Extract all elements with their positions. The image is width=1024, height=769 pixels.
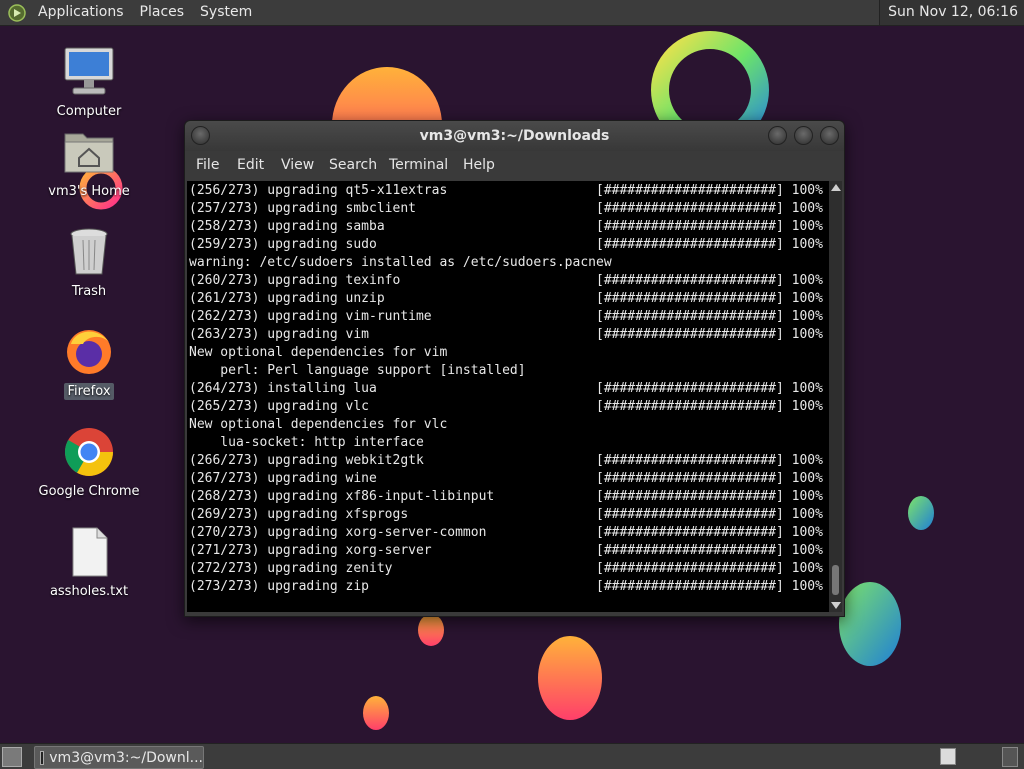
terminal-line: New optional dependencies for vlc — [189, 417, 448, 432]
terminal-line: (260/273) upgrading texinfo [###########… — [189, 273, 823, 288]
close-button[interactable] — [820, 126, 839, 145]
terminal-line: (259/273) upgrading sudo [##############… — [189, 237, 823, 252]
terminal-line: lua-socket: http interface — [189, 435, 424, 450]
desktop-icon-label: assholes.txt — [49, 584, 129, 599]
desktop-icon-firefox[interactable]: Firefox — [34, 324, 144, 400]
terminal-line: New optional dependencies for vim — [189, 345, 448, 360]
scroll-down-arrow-icon[interactable] — [831, 602, 841, 609]
desktop-icon-label: Google Chrome — [38, 484, 140, 499]
desktop-icon-trash[interactable]: Trash — [34, 224, 144, 300]
trash-icon — [70, 228, 108, 275]
terminal-line: (266/273) upgrading webkit2gtk [########… — [189, 453, 823, 468]
top-panel: Applications Places System Sun Nov 12, 0… — [0, 0, 1024, 26]
terminal-window[interactable]: vm3@vm3:~/Downloads File Edit View Searc… — [184, 120, 845, 617]
show-desktop-icon[interactable] — [2, 747, 22, 767]
taskbar-terminal-button[interactable]: vm3@vm3:~/Downl... — [34, 746, 204, 769]
scroll-up-arrow-icon[interactable] — [831, 184, 841, 191]
terminal-line: (271/273) upgrading xorg-server [#######… — [189, 543, 823, 558]
terminal-line: (263/273) upgrading vim [###############… — [189, 327, 823, 342]
maximize-button[interactable] — [794, 126, 813, 145]
bottom-panel: vm3@vm3:~/Downl... — [0, 743, 1024, 769]
terminal-line: (267/273) upgrading wine [##############… — [189, 471, 823, 486]
menu-view[interactable]: View — [281, 157, 314, 173]
terminal-line: (257/273) upgrading smbclient [#########… — [189, 201, 823, 216]
desktop-icon-label: Trash — [71, 284, 107, 299]
scrollbar-thumb[interactable] — [832, 565, 839, 595]
workspace-switcher[interactable] — [940, 748, 956, 765]
system-menu[interactable]: System — [192, 0, 260, 25]
menu-file[interactable]: File — [196, 157, 219, 173]
clock[interactable]: Sun Nov 12, 06:16 — [879, 0, 1024, 25]
minimize-button[interactable] — [768, 126, 787, 145]
home-folder-icon — [64, 133, 114, 173]
menu-help[interactable]: Help — [463, 157, 495, 173]
trash-applet-icon[interactable] — [1002, 747, 1018, 767]
window-titlebar[interactable]: vm3@vm3:~/Downloads — [185, 121, 844, 151]
desktop-icon-label: vm3's Home — [48, 184, 130, 199]
firefox-icon — [67, 330, 111, 374]
desktop-icon-chrome[interactable]: Google Chrome — [34, 424, 144, 500]
terminal-line: (265/273) upgrading vlc [###############… — [189, 399, 823, 414]
menu-terminal[interactable]: Terminal — [389, 157, 448, 173]
terminal-line: (270/273) upgrading xorg-server-common [… — [189, 525, 823, 540]
terminal-icon — [40, 750, 45, 765]
terminal-line: (258/273) upgrading samba [#############… — [189, 219, 823, 234]
terminal-line: warning: /etc/sudoers installed as /etc/… — [189, 255, 612, 270]
terminal-line: (268/273) upgrading xf86-input-libinput … — [189, 489, 823, 504]
text-file-icon — [72, 527, 108, 577]
desktop-icon-label: Firefox — [64, 383, 114, 400]
terminal-line: (256/273) upgrading qt5-x11extras [#####… — [189, 183, 823, 198]
terminal-output[interactable]: (256/273) upgrading qt5-x11extras [#####… — [187, 181, 829, 612]
window-menu-button[interactable] — [191, 126, 210, 145]
terminal-lines: (256/273) upgrading qt5-x11extras [#####… — [189, 182, 823, 596]
window-title: vm3@vm3:~/Downloads — [419, 128, 610, 144]
terminal-line: perl: Perl language support [installed] — [189, 363, 526, 378]
desktop-icon-textfile[interactable]: assholes.txt — [34, 524, 144, 600]
menu-search[interactable]: Search — [329, 157, 377, 173]
terminal-line: (273/273) upgrading zip [###############… — [189, 579, 823, 594]
menu-edit[interactable]: Edit — [237, 157, 264, 173]
places-menu[interactable]: Places — [132, 0, 193, 25]
terminal-line: (261/273) upgrading unzip [#############… — [189, 291, 823, 306]
terminal-line: (269/273) upgrading xfsprogs [##########… — [189, 507, 823, 522]
chrome-icon — [64, 428, 113, 477]
applications-logo-icon[interactable] — [8, 3, 26, 22]
terminal-menubar: File Edit View Search Terminal Help — [185, 151, 844, 179]
taskbar-button-label: vm3@vm3:~/Downl... — [49, 749, 203, 766]
desktop-icon-computer[interactable]: Computer — [34, 44, 144, 120]
terminal-scrollbar[interactable] — [829, 181, 842, 612]
terminal-line: (264/273) installing lua [##############… — [189, 381, 823, 396]
desktop-icon-label: Computer — [56, 104, 122, 119]
desktop-icon-home[interactable]: vm3's Home — [34, 124, 144, 200]
computer-icon — [64, 47, 114, 95]
terminal-line: (262/273) upgrading vim-runtime [#######… — [189, 309, 823, 324]
terminal-line: (272/273) upgrading zenity [############… — [189, 561, 823, 576]
applications-menu[interactable]: Applications — [30, 0, 132, 25]
